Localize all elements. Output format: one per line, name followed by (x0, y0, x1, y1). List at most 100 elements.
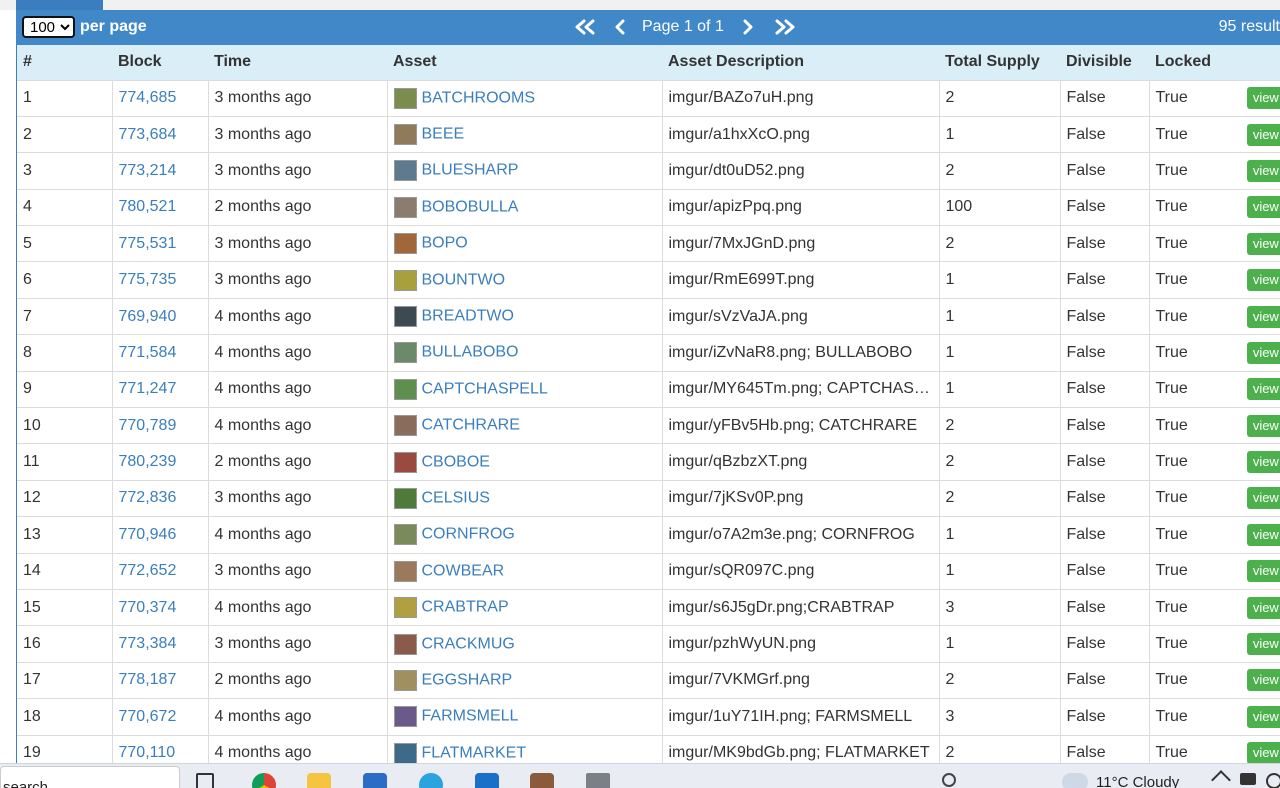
col-header-block[interactable]: Block (112, 45, 208, 80)
cell-block-link[interactable]: 770,789 (112, 407, 209, 444)
taskbar-search-box[interactable]: search (0, 766, 180, 788)
view-button[interactable]: view (1246, 87, 1280, 110)
view-button[interactable]: view (1246, 560, 1280, 583)
asset-name-link[interactable]: CBOBOE (422, 453, 490, 470)
cell-block-link[interactable]: 770,374 (112, 588, 209, 626)
network-icon[interactable] (1266, 773, 1280, 788)
asset-name-link[interactable]: CRABTRAP (422, 599, 509, 616)
view-button[interactable]: view (1246, 378, 1280, 401)
mail-icon[interactable] (475, 773, 499, 788)
cell-block-link[interactable]: 772,652 (112, 552, 209, 590)
cell-block-link[interactable]: 780,239 (112, 443, 209, 481)
asset-thumbnail-image[interactable] (393, 451, 417, 473)
asset-name-link[interactable]: EGGSHARP (422, 671, 513, 688)
cell-block-link[interactable]: 769,940 (112, 297, 209, 335)
view-button[interactable]: view (1246, 705, 1280, 728)
view-button[interactable]: view (1246, 596, 1280, 619)
view-button[interactable]: view (1246, 305, 1280, 328)
asset-thumbnail-image[interactable] (393, 196, 417, 218)
game-app-icon[interactable] (530, 773, 554, 788)
asset-name-link[interactable]: FLATMARKET (422, 744, 527, 761)
asset-thumbnail-image[interactable] (393, 560, 417, 582)
asset-name-link[interactable]: CAPTCHASPELL (422, 380, 548, 397)
cell-block-link[interactable]: 772,836 (112, 479, 209, 517)
cell-block-link[interactable]: 773,684 (112, 115, 209, 153)
prev-page-button[interactable] (610, 14, 630, 40)
store-icon[interactable] (363, 773, 387, 788)
view-button[interactable]: view (1246, 742, 1280, 765)
view-button[interactable]: view (1246, 196, 1280, 219)
first-page-button[interactable] (572, 14, 598, 40)
asset-name-link[interactable]: BEEE (422, 126, 465, 143)
view-button[interactable]: view (1246, 341, 1280, 364)
asset-thumbnail-image[interactable] (393, 124, 417, 146)
chrome-icon[interactable] (252, 773, 276, 788)
asset-thumbnail-image[interactable] (393, 342, 417, 364)
view-button[interactable]: view (1246, 487, 1280, 510)
asset-name-link[interactable]: CATCHRARE (422, 417, 520, 434)
last-page-button[interactable] (772, 14, 798, 40)
cell-block-link[interactable]: 775,735 (112, 261, 209, 299)
cell-block-link[interactable]: 775,531 (112, 225, 209, 262)
view-button[interactable]: view (1246, 633, 1280, 656)
asset-name-link[interactable]: BREADTWO (422, 308, 514, 325)
asset-thumbnail-image[interactable] (393, 742, 417, 764)
asset-name-link[interactable]: CORNFROG (422, 526, 515, 543)
col-header-divisible[interactable]: Divisible (1060, 45, 1149, 80)
weather-text[interactable]: 11°C Cloudy (1096, 774, 1179, 788)
telegram-icon[interactable] (419, 773, 443, 788)
asset-thumbnail-image[interactable] (393, 233, 417, 255)
col-header-asset-description[interactable]: Asset Description (662, 45, 939, 80)
cell-block-link[interactable]: 778,187 (112, 661, 209, 699)
asset-thumbnail-image[interactable] (393, 378, 417, 400)
asset-thumbnail-image[interactable] (393, 524, 417, 546)
cell-block-link[interactable]: 771,247 (112, 370, 209, 408)
view-button[interactable]: view (1246, 159, 1280, 182)
asset-thumbnail-image[interactable] (393, 669, 417, 691)
col-header-locked[interactable]: Locked (1149, 45, 1280, 80)
col-header-total-supply[interactable]: Total Supply (939, 45, 1060, 80)
cell-block-link[interactable]: 770,946 (112, 516, 209, 554)
asset-name-link[interactable]: CRACKMUG (422, 635, 515, 652)
asset-name-link[interactable]: BOUNTWO (422, 271, 506, 288)
view-button[interactable]: view (1246, 414, 1280, 437)
col-header-time[interactable]: Time (208, 45, 387, 80)
next-page-button[interactable] (738, 14, 758, 40)
asset-thumbnail-image[interactable] (393, 306, 417, 328)
view-button[interactable]: view (1246, 123, 1280, 146)
asset-name-link[interactable]: COWBEAR (422, 562, 505, 579)
cell-block-link[interactable]: 780,521 (112, 188, 209, 226)
asset-name-link[interactable]: BOBOBULLA (422, 198, 519, 215)
asset-thumbnail-image[interactable] (393, 487, 417, 509)
per-page-select[interactable]: 100 (22, 16, 75, 38)
asset-thumbnail-image[interactable] (393, 160, 417, 182)
asset-name-link[interactable]: BOPO (422, 235, 468, 252)
cell-block-link[interactable]: 773,384 (112, 625, 209, 663)
view-button[interactable]: view (1246, 269, 1280, 292)
asset-name-link[interactable]: CELSIUS (422, 489, 490, 506)
folder-icon[interactable] (307, 773, 331, 788)
battery-icon[interactable] (1240, 773, 1256, 785)
cell-block-link[interactable]: 770,672 (112, 698, 209, 736)
app-icon[interactable] (586, 773, 610, 788)
cell-block-link[interactable]: 774,685 (112, 79, 209, 117)
col-header-number[interactable]: # (17, 45, 112, 80)
asset-thumbnail-image[interactable] (393, 597, 417, 619)
task-view-icon[interactable] (196, 773, 214, 788)
col-header-asset[interactable]: Asset (387, 45, 662, 80)
view-button[interactable]: view (1246, 232, 1280, 255)
people-icon[interactable] (942, 773, 956, 787)
view-button[interactable]: view (1246, 669, 1280, 692)
chevron-up-icon[interactable] (1211, 770, 1231, 788)
asset-name-link[interactable]: BATCHROOMS (422, 89, 535, 106)
asset-thumbnail-image[interactable] (393, 87, 417, 109)
cell-block-link[interactable]: 771,584 (112, 334, 209, 372)
view-button[interactable]: view (1246, 451, 1280, 474)
view-button[interactable]: view (1246, 523, 1280, 546)
asset-thumbnail-image[interactable] (393, 415, 417, 437)
asset-thumbnail-image[interactable] (393, 269, 417, 291)
asset-name-link[interactable]: FARMSMELL (422, 708, 519, 725)
asset-name-link[interactable]: BULLABOBO (422, 344, 519, 361)
asset-thumbnail-image[interactable] (393, 706, 417, 728)
asset-name-link[interactable]: BLUESHARP (422, 162, 519, 179)
